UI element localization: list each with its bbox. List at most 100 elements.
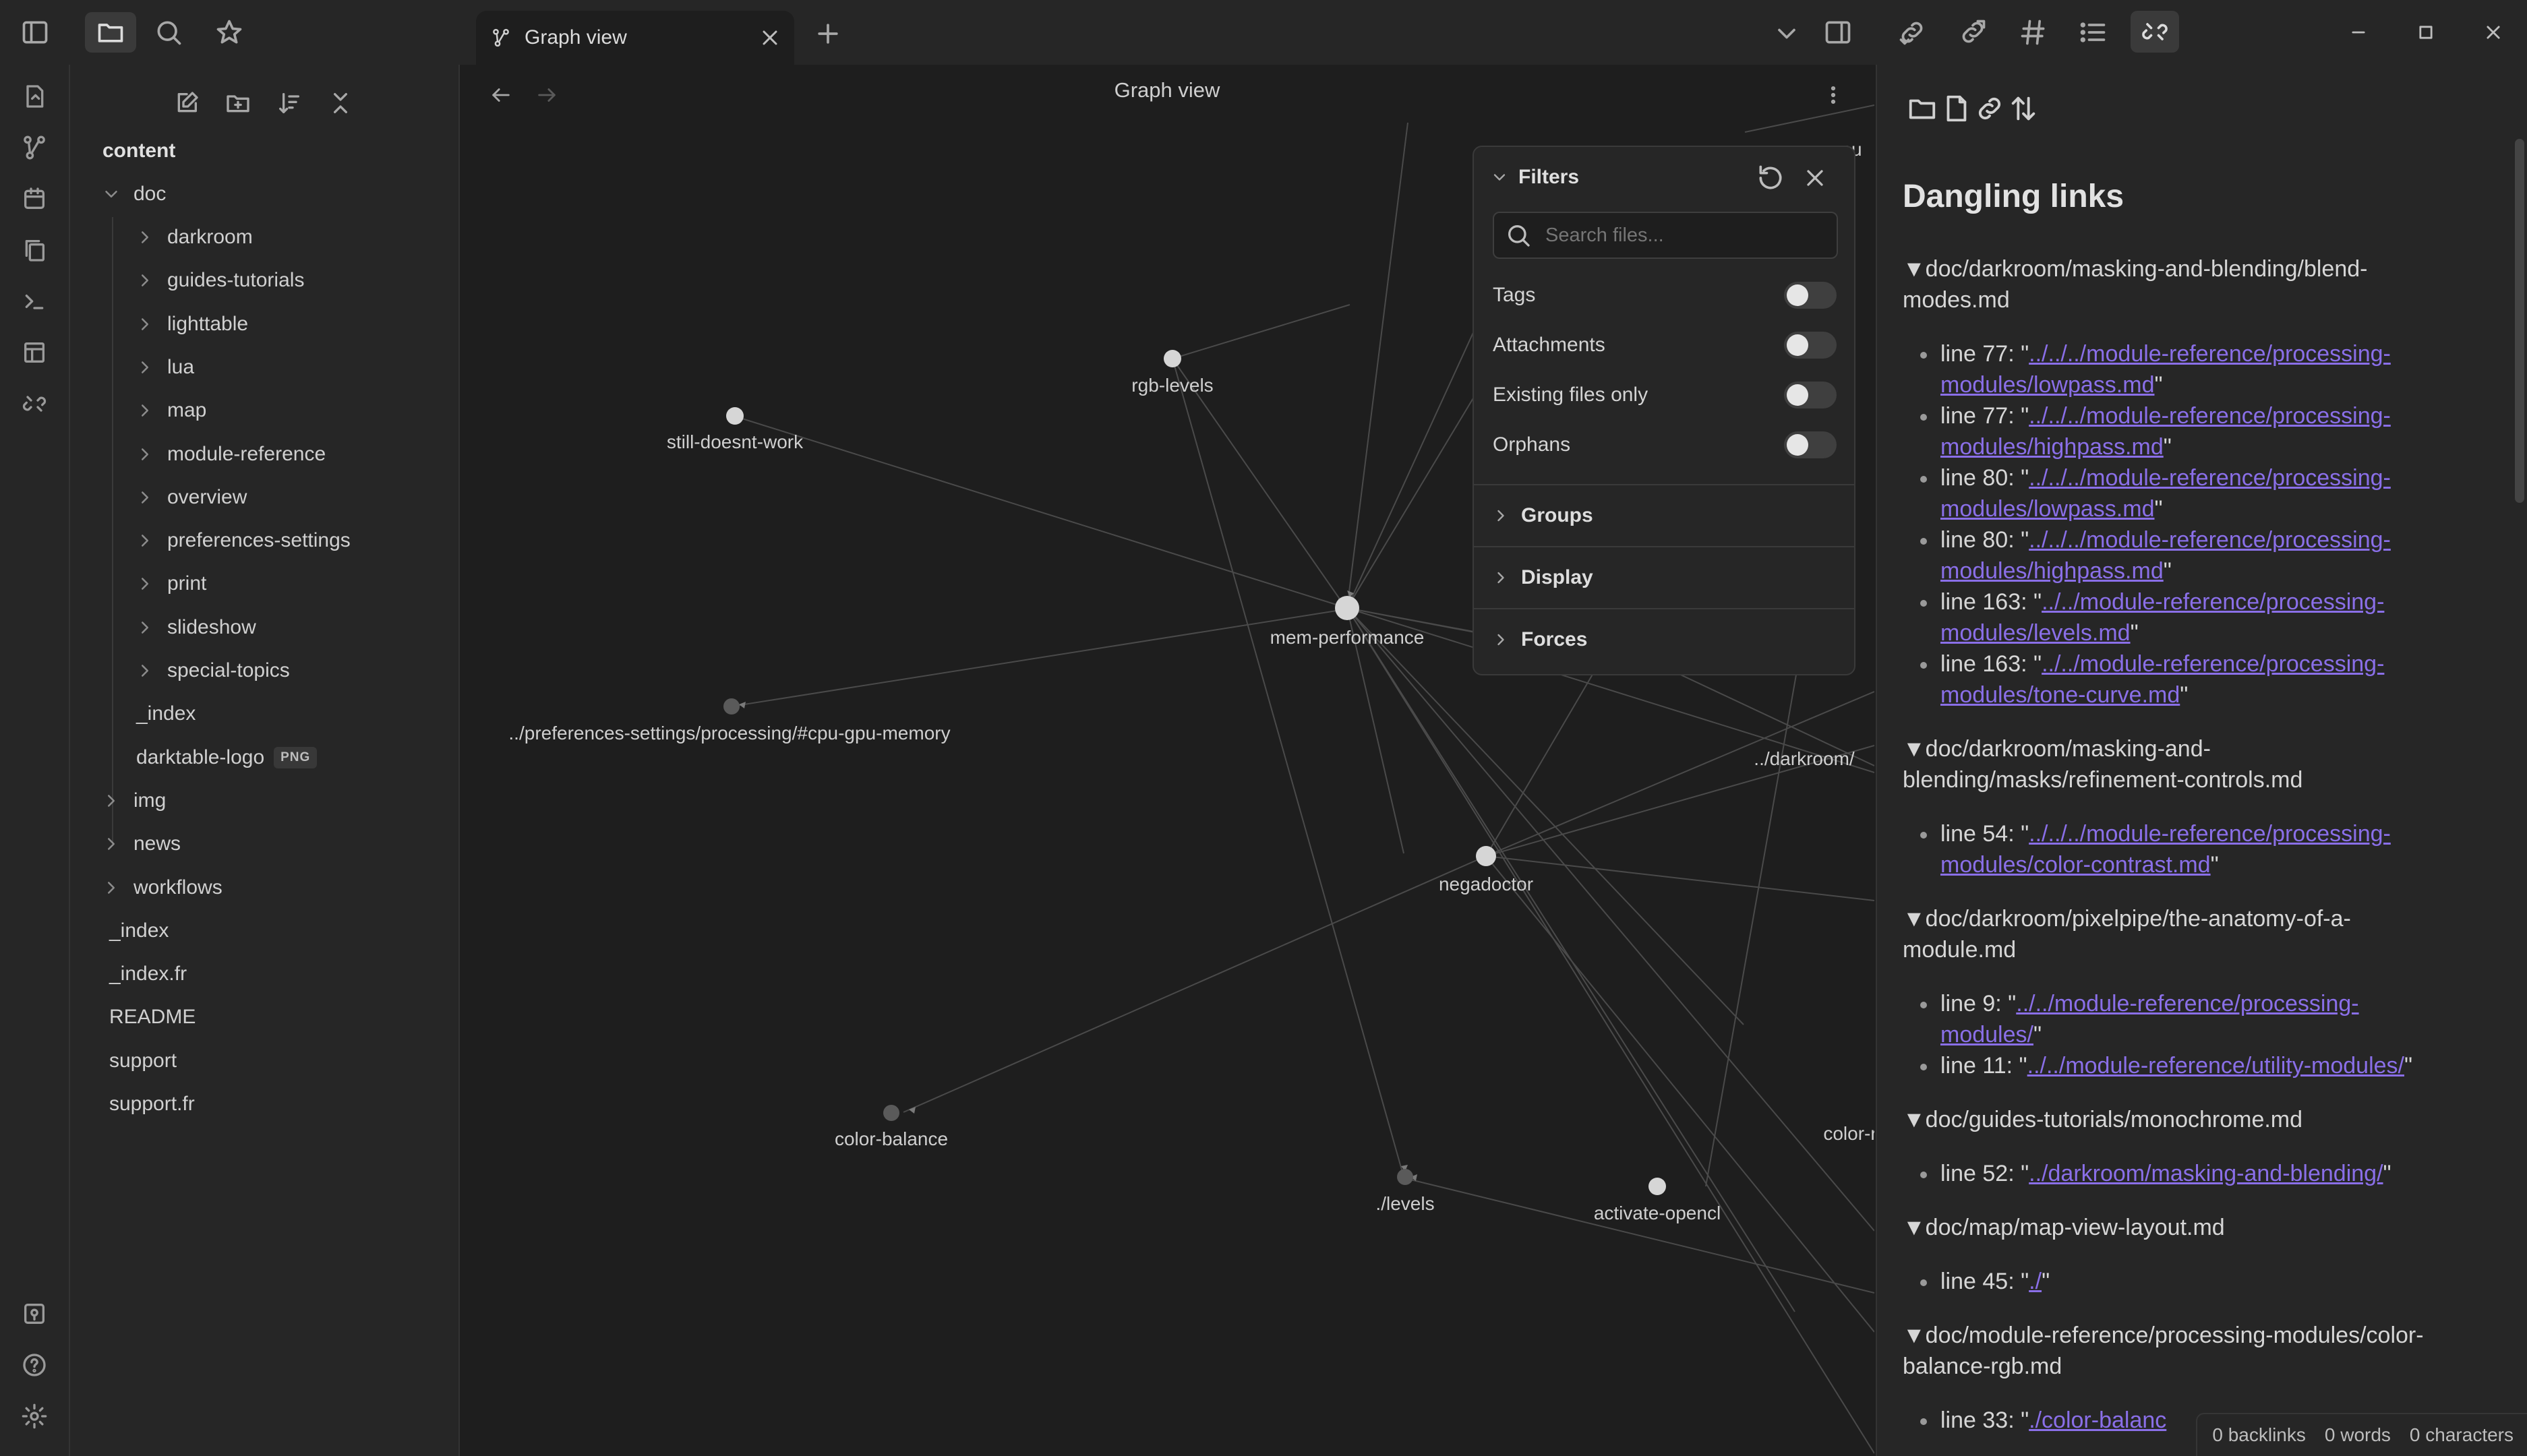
dangling-link[interactable]: ../../../module-reference/processing- bbox=[2029, 403, 2391, 429]
dangling-file-group[interactable]: ▼doc/darkroom/masking-and-blending/blend… bbox=[1903, 253, 2496, 315]
close-window-icon[interactable] bbox=[2460, 0, 2527, 65]
dangling-link[interactable]: ../../../module-reference/processing- bbox=[2029, 341, 2391, 367]
dangling-link[interactable]: modules/highpass.md bbox=[1940, 558, 2164, 584]
vault-switcher-icon[interactable] bbox=[18, 1297, 51, 1331]
dangling-file-group[interactable]: ▼doc/darkroom/pixelpipe/the-anatomy-of-a… bbox=[1903, 903, 2496, 965]
tree-folder-news[interactable]: news bbox=[101, 824, 181, 864]
more-options-icon[interactable] bbox=[1816, 78, 1850, 112]
filter-tags[interactable]: Tags bbox=[1493, 275, 1837, 315]
tree-file[interactable]: _index.fr bbox=[109, 954, 187, 994]
section-groups[interactable]: Groups bbox=[1474, 484, 1854, 546]
dangling-link[interactable]: ../../module-reference/processing- bbox=[2042, 651, 2384, 677]
section-forces[interactable]: Forces bbox=[1474, 608, 1854, 670]
dangling-link[interactable]: ./color-balanc bbox=[2029, 1407, 2166, 1433]
graph-view-pane[interactable]: Graph view rgb-levels still-doesnt-work … bbox=[460, 65, 1874, 1456]
tab-graph-view[interactable]: Graph view bbox=[476, 11, 794, 65]
tree-folder-img[interactable]: img bbox=[101, 781, 166, 821]
filters-header[interactable]: Filters bbox=[1490, 160, 1579, 194]
tree-folder-overview[interactable]: overview bbox=[135, 477, 247, 518]
minimize-icon[interactable] bbox=[2325, 0, 2392, 65]
folder-icon[interactable] bbox=[1907, 93, 1938, 124]
tree-folder-guides-tutorials[interactable]: guides-tutorials bbox=[135, 260, 304, 301]
terminal-icon[interactable] bbox=[18, 284, 51, 318]
tree-folder-special-topics[interactable]: special-topics bbox=[135, 650, 290, 691]
canvas-layout-icon[interactable] bbox=[18, 336, 51, 369]
templates-copy-icon[interactable] bbox=[18, 233, 51, 267]
sort-order-icon[interactable] bbox=[271, 85, 307, 121]
dangling-link[interactable]: ../../../module-reference/processing- bbox=[2029, 465, 2391, 491]
tree-folder-darkroom[interactable]: darkroom bbox=[135, 217, 253, 257]
tree-folder-print[interactable]: print bbox=[135, 564, 206, 604]
tree-file[interactable]: _index bbox=[136, 694, 196, 734]
tree-folder-slideshow[interactable]: slideshow bbox=[135, 607, 256, 648]
filter-attachments[interactable]: Attachments bbox=[1493, 325, 1837, 365]
new-tab-icon[interactable] bbox=[810, 16, 845, 51]
section-display[interactable]: Display bbox=[1474, 546, 1854, 608]
tree-folder-module-reference[interactable]: module-reference bbox=[135, 434, 326, 475]
graph-node-color-balance[interactable] bbox=[883, 1105, 899, 1121]
graph-node-still-doesnt-work[interactable] bbox=[726, 407, 744, 425]
dangling-file-group[interactable]: ▼doc/guides-tutorials/monochrome.md bbox=[1903, 1104, 2496, 1135]
calendar-icon[interactable] bbox=[18, 182, 51, 216]
dangling-link[interactable]: modules/ bbox=[1940, 1022, 2033, 1048]
reset-filters-icon[interactable] bbox=[1756, 163, 1785, 193]
bookmark-star-icon[interactable] bbox=[210, 15, 248, 50]
dangling-link[interactable]: ../../module-reference/utility-modules/ bbox=[2027, 1053, 2404, 1079]
tree-folder-lua[interactable]: lua bbox=[135, 347, 194, 388]
maximize-icon[interactable] bbox=[2392, 0, 2460, 65]
dangling-file-group[interactable]: ▼doc/map/map-view-layout.md bbox=[1903, 1212, 2496, 1243]
tree-root-content[interactable]: content bbox=[102, 131, 175, 171]
open-quick-switcher-icon[interactable] bbox=[18, 80, 51, 113]
filter-orphans[interactable]: Orphans bbox=[1493, 425, 1837, 465]
graph-node-mem-performance[interactable] bbox=[1335, 596, 1359, 620]
dangling-link[interactable]: ./ bbox=[2029, 1269, 2042, 1294]
file-icon[interactable] bbox=[1940, 93, 1971, 124]
dangling-link[interactable]: modules/lowpass.md bbox=[1940, 372, 2154, 398]
tree-folder-doc[interactable]: doc bbox=[101, 174, 166, 214]
tree-folder-workflows[interactable]: workflows bbox=[101, 868, 222, 908]
new-note-icon[interactable] bbox=[169, 85, 205, 121]
tree-file[interactable]: _index bbox=[109, 911, 169, 951]
dangling-link[interactable]: ../../../module-reference/processing- bbox=[2029, 821, 2391, 847]
tree-file[interactable]: support.fr bbox=[109, 1084, 195, 1124]
tags-hash-icon[interactable] bbox=[2015, 15, 2052, 50]
graph-node-cpu-gpu[interactable] bbox=[723, 698, 740, 715]
dangling-link[interactable]: ../../module-reference/processing- bbox=[2016, 991, 2358, 1017]
dangling-link[interactable]: ../../../module-reference/processing- bbox=[2029, 527, 2391, 553]
link-broken-icon[interactable] bbox=[1974, 93, 2005, 124]
files-folder-icon[interactable] bbox=[85, 12, 136, 53]
dangling-link[interactable]: ../darkroom/masking-and-blending/ bbox=[2029, 1161, 2383, 1186]
dangling-link[interactable]: modules/color-contrast.md bbox=[1940, 852, 2211, 878]
tree-folder-map[interactable]: map bbox=[135, 390, 206, 431]
sidebar-toggle-icon[interactable] bbox=[16, 16, 54, 49]
dangling-link[interactable]: modules/levels.md bbox=[1940, 620, 2131, 646]
dangling-links-ribbon-icon[interactable] bbox=[18, 387, 51, 421]
tree-file[interactable]: darktable-logo PNG bbox=[136, 737, 318, 778]
attachments-toggle[interactable] bbox=[1784, 332, 1837, 359]
outgoing-links-icon[interactable] bbox=[1954, 15, 1992, 50]
orphans-toggle[interactable] bbox=[1784, 431, 1837, 458]
search-files-input[interactable] bbox=[1544, 223, 1830, 247]
search-icon[interactable] bbox=[150, 15, 187, 50]
tree-folder-lighttable[interactable]: lighttable bbox=[135, 304, 248, 344]
dangling-link[interactable]: ../../module-reference/processing- bbox=[2042, 589, 2384, 615]
graph-node-rgb-levels[interactable] bbox=[1164, 350, 1181, 367]
dangling-link[interactable]: modules/highpass.md bbox=[1940, 434, 2164, 460]
backlinks-icon[interactable] bbox=[1893, 15, 1931, 50]
dangling-link[interactable]: modules/tone-curve.md bbox=[1940, 682, 2180, 708]
dangling-file-group[interactable]: ▼doc/module-reference/processing-modules… bbox=[1903, 1320, 2496, 1382]
dangling-link[interactable]: modules/lowpass.md bbox=[1940, 496, 2154, 522]
filter-existing-files-only[interactable]: Existing files only bbox=[1493, 375, 1837, 415]
help-icon[interactable] bbox=[18, 1348, 51, 1382]
outline-list-icon[interactable] bbox=[2074, 15, 2112, 50]
graph-node-levels[interactable] bbox=[1397, 1169, 1413, 1185]
tree-file[interactable]: README bbox=[109, 997, 196, 1037]
tree-file[interactable]: support bbox=[109, 1041, 177, 1081]
tags-toggle[interactable] bbox=[1784, 282, 1837, 309]
new-folder-icon[interactable] bbox=[220, 85, 256, 121]
collapse-all-icon[interactable] bbox=[322, 85, 359, 121]
scrollbar[interactable] bbox=[2515, 139, 2524, 503]
tab-list-chevron-icon[interactable] bbox=[1769, 18, 1804, 50]
dangling-file-group[interactable]: ▼doc/darkroom/masking-and-blending/masks… bbox=[1903, 733, 2496, 795]
graph-view-icon[interactable] bbox=[18, 131, 51, 164]
